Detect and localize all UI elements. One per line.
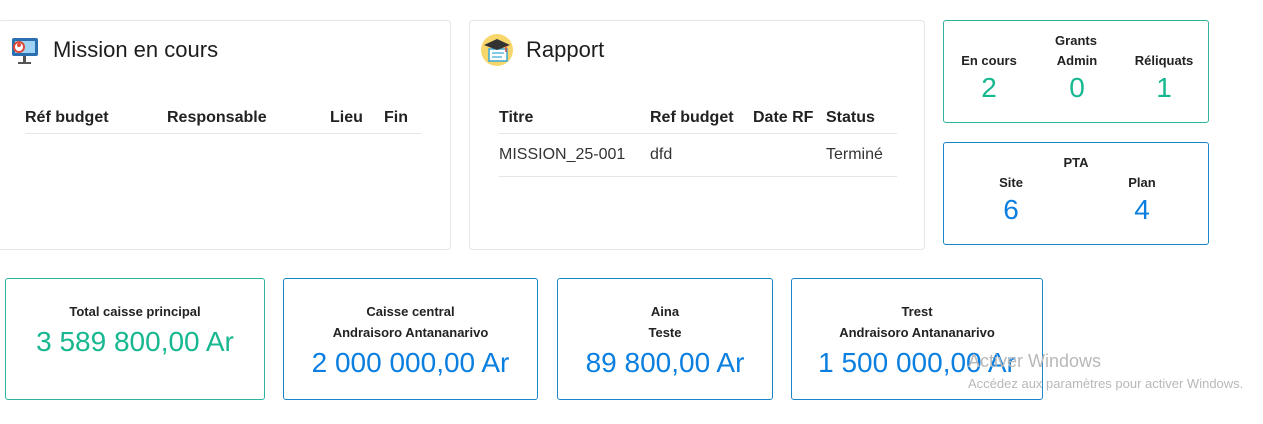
cash-card-aina-amount: 89 800,00 Ar [585, 347, 745, 378]
presentation-icon [7, 33, 41, 67]
cell-date-rf [753, 133, 826, 177]
cash-card-aina-line2: Teste [648, 325, 682, 340]
pta-title: PTA [1063, 155, 1089, 170]
cash-card-total-title: Total caisse principal [69, 304, 201, 319]
mission-panel-header: Mission en cours [7, 33, 218, 67]
col-fin[interactable]: Fin [384, 101, 421, 134]
cash-card-total-amount: 3 589 800,00 Ar [36, 326, 234, 357]
grants-en-cours-label: En cours [961, 53, 1017, 68]
pta-plan[interactable]: Plan 4 [1105, 175, 1179, 226]
mission-panel-title: Mission en cours [53, 37, 219, 62]
rapport-panel: Rapport Titre Ref budget Date RF Status … [469, 20, 925, 250]
cash-card-total[interactable]: Total caisse principal 3 589 800,00 Ar [5, 278, 265, 400]
col-titre[interactable]: Titre [499, 101, 650, 134]
grants-admin[interactable]: Admin 0 [1040, 53, 1114, 104]
grants-reliquats-value: 1 [1156, 72, 1172, 103]
rapport-table-header-row: Titre Ref budget Date RF Status [499, 101, 897, 134]
rapport-table: Titre Ref budget Date RF Status MISSION_… [499, 101, 897, 177]
pta-site-label: Site [999, 175, 1023, 190]
cash-card-aina-line1: Aina [650, 304, 680, 319]
cash-card-central-title: Caisse central Andraisoro Antananarivo [284, 301, 537, 343]
rapport-panel-title: Rapport [526, 37, 605, 62]
pta-plan-value: 4 [1134, 194, 1150, 225]
grants-en-cours[interactable]: En cours 2 [952, 53, 1026, 104]
col-date-rf[interactable]: Date RF [753, 101, 826, 134]
cash-card-trest-line1: Trest [901, 304, 933, 319]
rapport-panel-header: Rapport [480, 33, 604, 67]
grants-reliquats[interactable]: Réliquats 1 [1124, 53, 1204, 104]
pta-card[interactable]: PTA Site 6 Plan 4 [943, 142, 1209, 245]
col-ref-budget[interactable]: Ref budget [650, 101, 753, 134]
cash-card-trest-line2: Andraisoro Antananarivo [839, 325, 995, 340]
col-status[interactable]: Status [826, 101, 897, 134]
grants-title: Grants [1055, 33, 1097, 48]
grants-card[interactable]: Grants En cours 2 Admin 0 Réliquats 1 [943, 20, 1209, 123]
table-row[interactable]: MISSION_25-001 dfd Terminé [499, 133, 897, 177]
cell-status: Terminé [826, 133, 897, 177]
grants-admin-value: 0 [1069, 72, 1085, 103]
col-responsable[interactable]: Responsable [167, 101, 330, 134]
cash-card-central-line2: Andraisoro Antananarivo [332, 325, 489, 340]
mission-panel: Mission en cours Réf budget Responsable … [0, 20, 451, 250]
col-ref-budget[interactable]: Réf budget [25, 101, 167, 134]
col-lieu[interactable]: Lieu [330, 101, 384, 134]
cell-titre: MISSION_25-001 [499, 133, 650, 177]
pta-plan-label: Plan [1128, 175, 1156, 190]
pta-site[interactable]: Site 6 [974, 175, 1048, 226]
cash-card-central-line1: Caisse central [366, 304, 455, 319]
graduation-cap-icon [480, 33, 514, 67]
cell-ref-budget: dfd [650, 133, 753, 177]
mission-table-header-row: Réf budget Responsable Lieu Fin [25, 101, 421, 134]
cash-card-trest-amount: 1 500 000,00 Ar [818, 347, 1016, 378]
pta-site-value: 6 [1003, 194, 1019, 225]
cash-card-trest-title: Trest Andraisoro Antananarivo [792, 301, 1042, 343]
cash-card-central[interactable]: Caisse central Andraisoro Antananarivo 2… [283, 278, 538, 400]
cash-card-trest[interactable]: Trest Andraisoro Antananarivo 1 500 000,… [791, 278, 1043, 400]
cash-card-aina-title: Aina Teste [558, 301, 772, 343]
cash-card-aina[interactable]: Aina Teste 89 800,00 Ar [557, 278, 773, 400]
grants-admin-label: Admin [1056, 53, 1098, 68]
grants-reliquats-label: Réliquats [1134, 53, 1194, 68]
mission-table: Réf budget Responsable Lieu Fin [25, 101, 421, 134]
grants-en-cours-value: 2 [981, 72, 997, 103]
cash-card-central-amount: 2 000 000,00 Ar [311, 347, 510, 378]
